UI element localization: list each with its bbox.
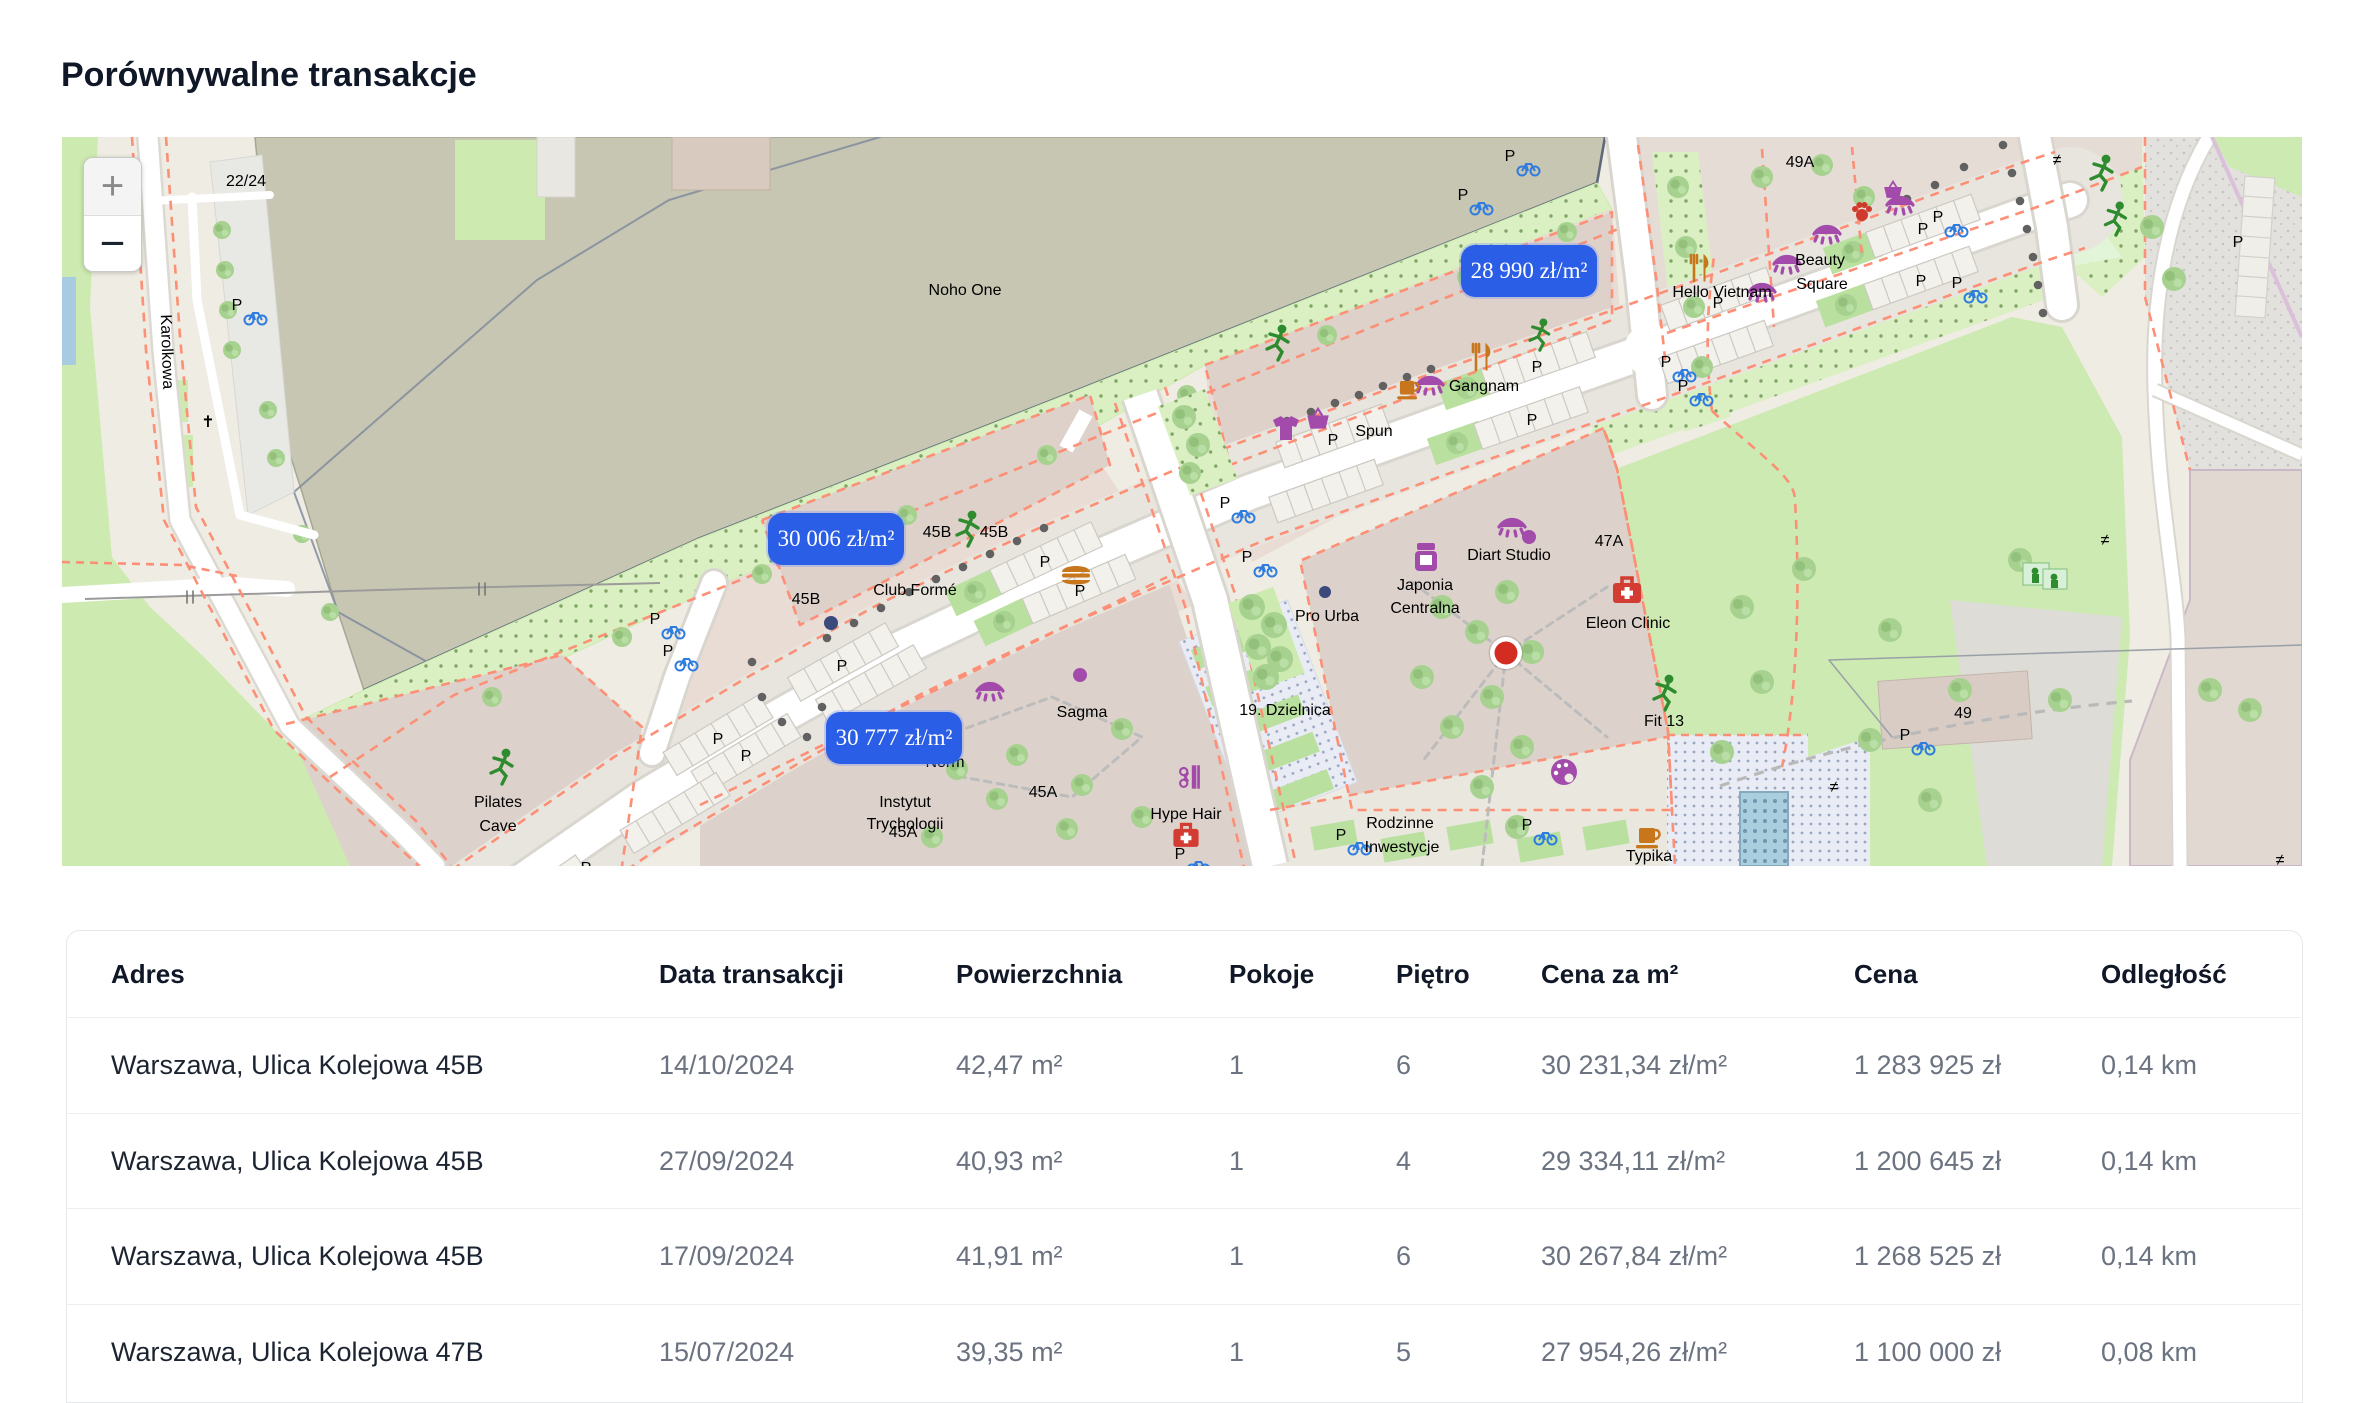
svg-text:P: P <box>1175 846 1186 863</box>
svg-text:45B: 45B <box>792 591 820 608</box>
svg-text:≠: ≠ <box>2053 152 2062 169</box>
svg-text:P: P <box>1532 359 1543 376</box>
svg-text:Gangnam: Gangnam <box>1449 378 1519 395</box>
svg-text:19. Dzielnica: 19. Dzielnica <box>1239 702 1331 719</box>
svg-text:Karolkowa: Karolkowa <box>157 314 177 389</box>
svg-text:Pro Urba: Pro Urba <box>1295 608 1359 625</box>
svg-text:Square: Square <box>1796 276 1848 293</box>
svg-text:Sagma: Sagma <box>1057 704 1108 721</box>
svg-text:Instytut: Instytut <box>879 794 931 811</box>
svg-text:P: P <box>741 748 752 765</box>
svg-text:P: P <box>1933 209 1944 226</box>
svg-text:P: P <box>1242 549 1253 566</box>
svg-text:Eleon Clinic: Eleon Clinic <box>1586 615 1670 632</box>
svg-text:P: P <box>1220 495 1231 512</box>
svg-text:49: 49 <box>1954 705 1972 722</box>
svg-text:Inwestycje: Inwestycje <box>1365 839 1440 856</box>
svg-text:P: P <box>1328 432 1339 449</box>
svg-text:Spun: Spun <box>1355 423 1392 440</box>
svg-text:P: P <box>650 611 661 628</box>
svg-text:P: P <box>1918 221 1929 238</box>
svg-text:P: P <box>1040 554 1051 571</box>
svg-text:Fit 13: Fit 13 <box>1644 713 1684 730</box>
svg-text:Cave: Cave <box>479 818 516 835</box>
svg-text:Diart Studio: Diart Studio <box>1467 547 1551 564</box>
svg-text:22/24: 22/24 <box>226 173 266 190</box>
svg-text:P: P <box>713 731 724 748</box>
svg-text:Hype Hair: Hype Hair <box>1150 806 1222 823</box>
svg-text:P: P <box>663 643 674 660</box>
svg-text:45B: 45B <box>923 524 951 541</box>
svg-text:Norm: Norm <box>925 754 964 771</box>
svg-text:≠: ≠ <box>2101 532 2110 549</box>
svg-text:≠: ≠ <box>2276 852 2285 866</box>
svg-text:P: P <box>1458 187 1469 204</box>
svg-text:Pilates: Pilates <box>474 794 522 811</box>
svg-text:P: P <box>1336 827 1347 844</box>
svg-text:49A: 49A <box>1786 154 1815 171</box>
svg-text:P: P <box>1916 273 1927 290</box>
svg-text:45A: 45A <box>889 824 918 841</box>
svg-text:✝: ✝ <box>201 414 214 431</box>
svg-text:P: P <box>1527 412 1538 429</box>
svg-text:Hello Vietnam: Hello Vietnam <box>1672 284 1771 301</box>
svg-text:Typika: Typika <box>1626 848 1672 865</box>
svg-text:P: P <box>1505 148 1516 165</box>
svg-text:P: P <box>581 860 592 866</box>
svg-text:P: P <box>1952 275 1963 292</box>
svg-text:45B: 45B <box>980 524 1008 541</box>
svg-text:P: P <box>1678 378 1689 395</box>
svg-text:P: P <box>1522 817 1533 834</box>
svg-text:P: P <box>1661 354 1672 371</box>
svg-text:Centralna: Centralna <box>1390 600 1459 617</box>
svg-text:47A: 47A <box>1595 533 1624 550</box>
svg-text:P: P <box>1900 727 1911 744</box>
svg-text:P: P <box>232 297 243 314</box>
svg-text:P: P <box>1075 583 1086 600</box>
svg-text:Club Formé: Club Formé <box>873 582 957 599</box>
svg-text:Beauty: Beauty <box>1795 252 1845 269</box>
svg-text:Noho One: Noho One <box>929 282 1002 299</box>
svg-text:Japonia: Japonia <box>1397 577 1453 594</box>
svg-text:P: P <box>837 658 848 675</box>
svg-text:45A: 45A <box>1029 784 1058 801</box>
svg-text:≠: ≠ <box>1830 779 1839 796</box>
svg-text:P: P <box>2233 234 2244 251</box>
svg-text:Rodzinne: Rodzinne <box>1366 815 1434 832</box>
